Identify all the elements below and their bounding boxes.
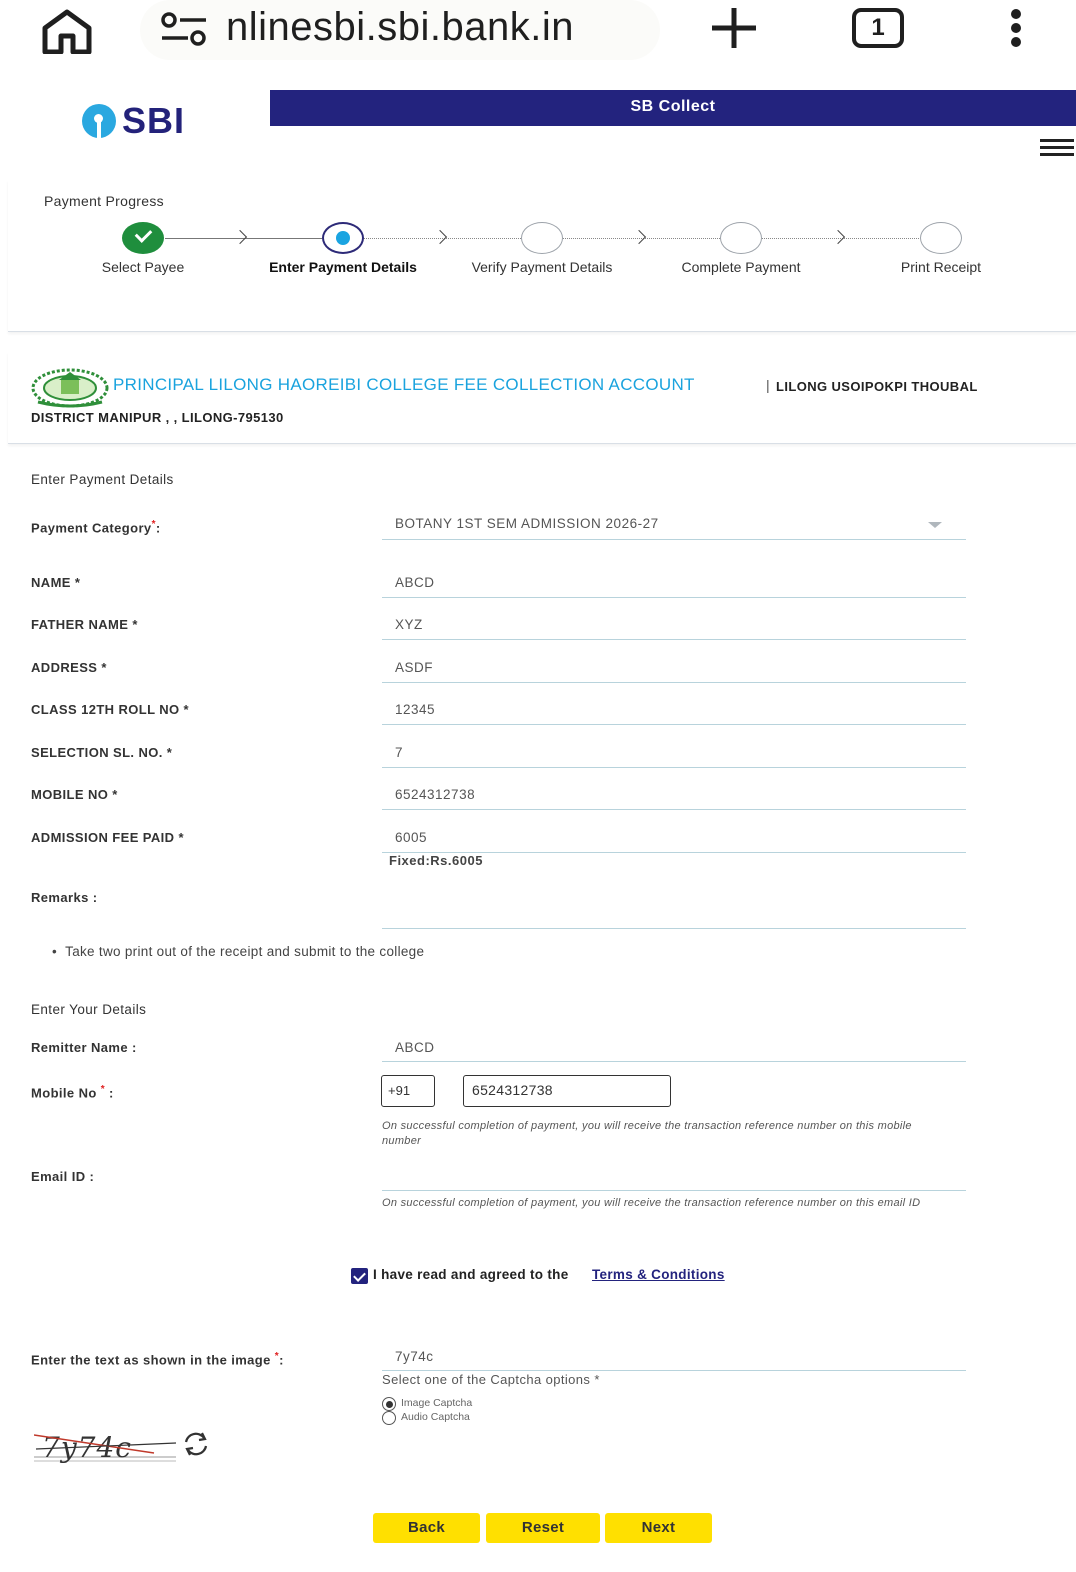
payment-progress-card: [8, 180, 1076, 332]
fee-fixed-hint: Fixed:Rs.6005: [389, 853, 483, 868]
page-banner-title: SB Collect: [270, 90, 1076, 126]
payment-category-underline: [382, 539, 966, 540]
your-mobile-input[interactable]: 6524312738: [463, 1075, 671, 1107]
sbi-logo-text: SBI: [122, 100, 186, 141]
selection-sl-no-input[interactable]: 7: [395, 745, 403, 760]
name-label: NAME *: [31, 575, 81, 590]
step-pending-icon: [720, 222, 762, 254]
email-note: On successful completion of payment, you…: [382, 1197, 921, 1209]
site-settings-icon[interactable]: [160, 12, 208, 48]
mobile-note: On successful completion of payment, you…: [382, 1120, 912, 1147]
url-text[interactable]: nlinesbi.sbi.bank.in: [226, 5, 574, 50]
mobile-no-underline: [382, 809, 966, 810]
address-label: ADDRESS *: [31, 660, 107, 675]
your-details-title: Enter Your Details: [31, 1002, 147, 1017]
next-button[interactable]: Next: [605, 1513, 712, 1543]
back-button[interactable]: Back: [373, 1513, 480, 1543]
selection-sl-no-label: SELECTION SL. NO. *: [31, 745, 173, 760]
audio-captcha-label: Audio Captcha: [401, 1411, 470, 1423]
address-underline: [382, 682, 966, 683]
step-pending-icon: [521, 222, 563, 254]
address-input[interactable]: ASDF: [395, 660, 433, 675]
captcha-options-title: Select one of the Captcha options *: [382, 1372, 600, 1387]
name-input[interactable]: ABCD: [395, 575, 435, 590]
payment-category-select[interactable]: BOTANY 1ST SEM ADMISSION 2026-27: [395, 516, 659, 531]
progress-title: Payment Progress: [44, 193, 164, 209]
father-name-input[interactable]: XYZ: [395, 617, 423, 632]
sbi-logo[interactable]: SBI: [82, 100, 192, 141]
payee-separator: |: [766, 377, 770, 393]
terms-conditions-link[interactable]: Terms & Conditions: [592, 1267, 725, 1282]
audio-captcha-radio[interactable]: [382, 1411, 396, 1425]
captcha-input[interactable]: 7y74c: [395, 1349, 434, 1364]
refresh-captcha-icon[interactable]: [180, 1430, 212, 1458]
remitter-name-underline: [382, 1061, 966, 1062]
step-label-complete-payment: Complete Payment: [681, 259, 801, 275]
roll-no-input[interactable]: 12345: [395, 702, 435, 717]
sbi-logo-icon: [82, 104, 116, 138]
remitter-name-input[interactable]: ABCD: [395, 1040, 435, 1055]
step-pending-icon: [920, 222, 962, 254]
mobile-no-label: MOBILE NO *: [31, 787, 118, 802]
home-icon[interactable]: [40, 8, 94, 54]
your-mobile-label: Mobile No * :: [31, 1084, 114, 1101]
terms-agreement-text: I have read and agreed to the: [373, 1267, 569, 1282]
country-code-field[interactable]: +91: [381, 1075, 435, 1107]
step-label-enter-payment-details: Enter Payment Details: [269, 259, 417, 275]
roll-no-underline: [382, 724, 966, 725]
payee-address-line1: LILONG USOIPOKPI THOUBAL: [776, 379, 978, 394]
remarks-label: Remarks :: [31, 890, 98, 905]
payee-name: PRINCIPAL LILONG HAOREIBI COLLEGE FEE CO…: [113, 375, 695, 394]
college-emblem-icon: [31, 368, 109, 408]
hamburger-menu-icon[interactable]: [1040, 139, 1074, 157]
terms-checkbox[interactable]: [351, 1268, 368, 1284]
payment-details-title: Enter Payment Details: [31, 472, 174, 487]
new-tab-icon[interactable]: [708, 6, 760, 50]
selection-sl-no-underline: [382, 767, 966, 768]
remarks-underline: [382, 928, 966, 929]
father-name-label: FATHER NAME *: [31, 617, 138, 632]
reset-button[interactable]: Reset: [486, 1513, 600, 1543]
captcha-image: 7y74c: [34, 1431, 176, 1464]
email-label: Email ID :: [31, 1169, 95, 1184]
admission-fee-input[interactable]: 6005: [395, 830, 427, 845]
payee-card: [8, 352, 1076, 444]
image-captcha-radio[interactable]: [382, 1397, 396, 1411]
step-label-select-payee: Select Payee: [101, 259, 185, 275]
admission-fee-label: ADMISSION FEE PAID *: [31, 830, 184, 845]
roll-no-label: CLASS 12TH ROLL NO *: [31, 702, 190, 717]
college-note: • Take two print out of the receipt and …: [52, 944, 425, 959]
mobile-no-input[interactable]: 6524312738: [395, 787, 475, 802]
email-underline: [382, 1190, 966, 1191]
payment-category-label: Payment Category*:: [31, 519, 161, 536]
name-underline: [382, 597, 966, 598]
step-label-print-receipt: Print Receipt: [900, 259, 982, 275]
step-label-verify-payment-details: Verify Payment Details: [471, 259, 613, 275]
image-captcha-label: Image Captcha: [401, 1397, 473, 1409]
tab-switcher-button[interactable]: 1: [852, 8, 904, 48]
captcha-label: Enter the text as shown in the image *:: [31, 1351, 284, 1368]
payee-address-line2: DISTRICT MANIPUR , , LILONG-795130: [31, 410, 284, 425]
browser-toolbar: nlinesbi.sbi.bank.in 1: [0, 0, 1076, 62]
more-options-icon[interactable]: [1004, 8, 1028, 48]
step-current-icon: [322, 222, 364, 254]
chevron-down-icon[interactable]: [928, 522, 942, 528]
captcha-underline: [382, 1370, 966, 1371]
remitter-name-label: Remitter Name :: [31, 1040, 137, 1055]
step-done-check-icon: [122, 222, 164, 254]
father-name-underline: [382, 639, 966, 640]
